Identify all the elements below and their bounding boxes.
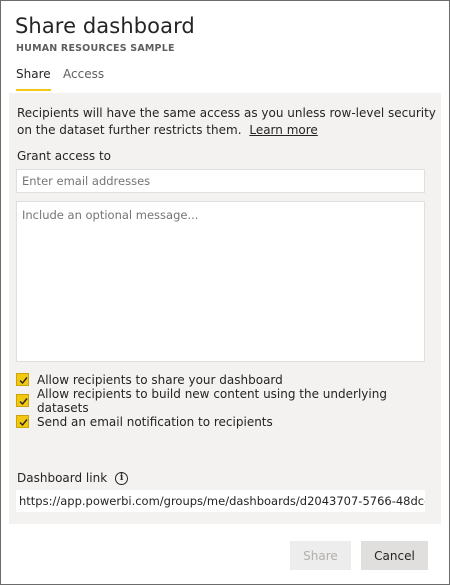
optional-message-textarea[interactable] <box>16 201 425 362</box>
cancel-button[interactable]: Cancel <box>361 541 428 570</box>
grant-access-label: Grant access to <box>17 149 112 163</box>
description-text: Recipients will have the same access as … <box>17 106 436 137</box>
share-panel: Recipients will have the same access as … <box>9 93 441 524</box>
dashboard-link-heading: Dashboard link i <box>17 471 129 485</box>
email-notification-label: Send an email notification to recipients <box>37 414 273 429</box>
checkmark-icon <box>19 377 28 385</box>
checkmark-icon <box>19 419 28 427</box>
allow-share-checkbox[interactable] <box>16 373 29 386</box>
dashboard-link-label: Dashboard link <box>17 471 108 485</box>
share-options: Allow recipients to share your dashboard… <box>16 369 441 432</box>
allow-share-label: Allow recipients to share your dashboard <box>37 372 283 387</box>
allow-build-checkbox[interactable] <box>16 394 29 407</box>
dialog-subtitle: HUMAN RESOURCES SAMPLE <box>16 43 175 54</box>
allow-build-label: Allow recipients to build new content us… <box>36 386 387 415</box>
share-description: Recipients will have the same access as … <box>17 105 437 139</box>
share-button[interactable]: Share <box>290 541 351 570</box>
email-notification-checkbox[interactable] <box>16 415 29 428</box>
dashboard-link-field[interactable]: https://app.powerbi.com/groups/me/dashbo… <box>16 490 425 512</box>
dialog-title: Share dashboard <box>15 14 195 38</box>
tab-access[interactable]: Access <box>63 67 104 91</box>
option-allow-build[interactable]: Allow recipients to build new content us… <box>16 387 441 415</box>
learn-more-link[interactable]: Learn more <box>249 123 317 137</box>
tab-share[interactable]: Share <box>16 67 51 91</box>
share-dashboard-dialog: Share dashboard HUMAN RESOURCES SAMPLE S… <box>0 0 450 585</box>
email-addresses-input[interactable] <box>16 169 425 193</box>
checkmark-icon <box>19 398 28 406</box>
info-icon[interactable]: i <box>115 471 129 485</box>
